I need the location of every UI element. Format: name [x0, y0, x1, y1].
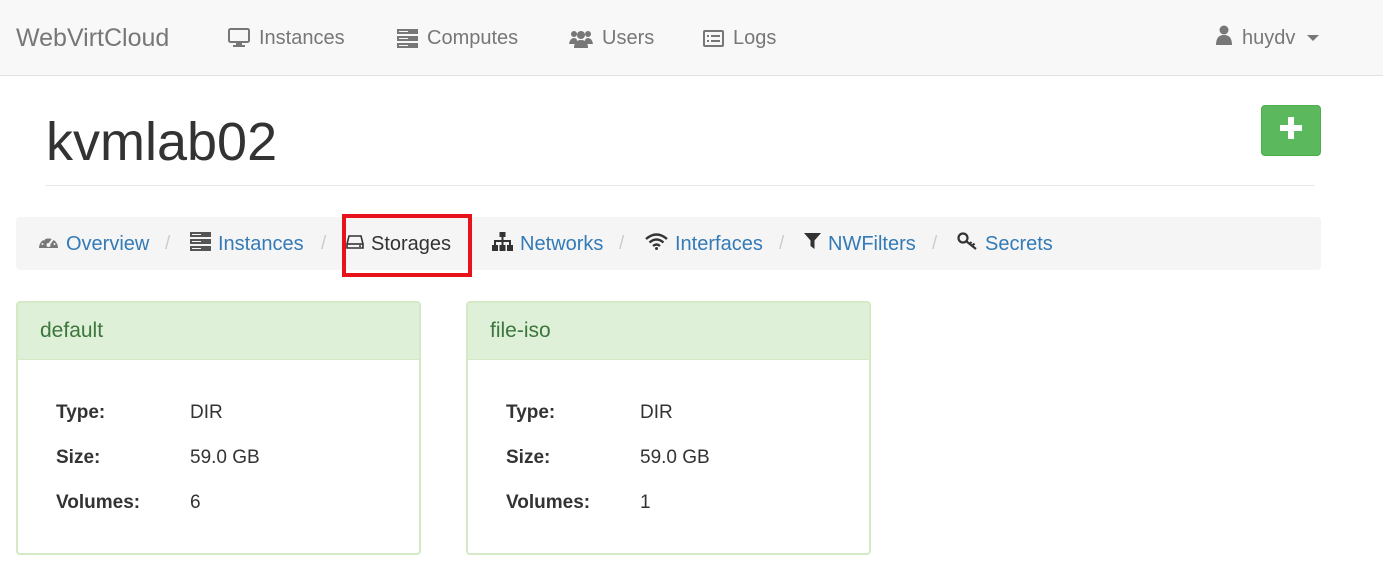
- filter-icon: [804, 232, 821, 256]
- tab-networks-label: Networks: [520, 232, 604, 255]
- storage-size-row: Size: 59.0 GB: [56, 445, 260, 471]
- type-value: DIR: [190, 402, 223, 423]
- breadcrumb-separator: /: [165, 233, 171, 254]
- nav-instances-label: Instances: [259, 26, 345, 49]
- server-icon: [397, 28, 418, 48]
- nav-logs-label: Logs: [733, 26, 777, 49]
- storage-name[interactable]: default: [18, 303, 419, 360]
- volumes-label: Volumes:: [56, 492, 141, 513]
- nav-computes-label: Computes: [427, 26, 519, 49]
- username: huydv: [1242, 26, 1296, 49]
- host-breadcrumb: Overview / Instances / Storages Networks…: [16, 217, 1321, 270]
- nav-users-label: Users: [602, 26, 655, 49]
- type-value: DIR: [640, 402, 673, 423]
- type-label: Type:: [56, 402, 106, 423]
- size-label: Size:: [56, 447, 101, 468]
- dashboard-icon: [38, 233, 59, 256]
- storage-volumes-row: Volumes: 6: [56, 490, 201, 516]
- plus-icon: [1280, 117, 1302, 144]
- storage-type-row: Type: DIR: [56, 400, 223, 426]
- caret-down-icon: [1307, 35, 1320, 41]
- tab-interfaces[interactable]: Interfaces: [645, 231, 763, 257]
- storage-size-row: Size: 59.0 GB: [506, 445, 710, 471]
- tab-overview-label: Overview: [66, 232, 150, 255]
- list-icon: [703, 29, 724, 47]
- breadcrumb-separator: /: [321, 233, 327, 254]
- tab-nwfilters[interactable]: NWFilters: [804, 231, 916, 257]
- tab-secrets-label: Secrets: [985, 232, 1053, 255]
- storage-name[interactable]: file-iso: [468, 303, 869, 360]
- key-icon: [957, 232, 978, 256]
- tab-nwfilters-label: NWFilters: [828, 232, 916, 255]
- page-title: kvmlab02: [46, 112, 278, 172]
- tab-secrets[interactable]: Secrets: [957, 231, 1053, 257]
- tab-interfaces-label: Interfaces: [675, 232, 763, 255]
- top-navbar: WebVirtCloud Instances Computes Users Lo…: [0, 0, 1383, 76]
- sitemap-icon: [492, 231, 513, 257]
- server-icon: [190, 231, 211, 257]
- tab-instances-label: Instances: [218, 232, 304, 255]
- storage-type-row: Type: DIR: [506, 400, 673, 426]
- nav-logs[interactable]: Logs: [703, 24, 776, 52]
- add-storage-button[interactable]: [1261, 105, 1321, 156]
- tab-overview[interactable]: Overview: [38, 231, 149, 257]
- volumes-value: 1: [640, 492, 651, 513]
- storage-panel-default[interactable]: default Type: DIR Size: 59.0 GB Volumes:…: [16, 301, 421, 555]
- size-value: 59.0 GB: [190, 447, 260, 468]
- volumes-label: Volumes:: [506, 492, 591, 513]
- highlight-annotation: [342, 214, 472, 277]
- nav-users[interactable]: Users: [569, 24, 654, 52]
- breadcrumb-separator: /: [932, 233, 938, 254]
- nav-instances[interactable]: Instances: [228, 24, 345, 52]
- nav-computes[interactable]: Computes: [397, 24, 518, 52]
- storage-panel-file-iso[interactable]: file-iso Type: DIR Size: 59.0 GB Volumes…: [466, 301, 871, 555]
- user-dropdown[interactable]: huydv: [1216, 24, 1320, 52]
- brand-logo[interactable]: WebVirtCloud: [16, 22, 169, 54]
- type-label: Type:: [506, 402, 556, 423]
- monitor-icon: [228, 28, 250, 48]
- size-label: Size:: [506, 447, 551, 468]
- tab-instances[interactable]: Instances: [190, 231, 304, 257]
- user-icon: [1216, 25, 1232, 51]
- tab-networks[interactable]: Networks: [492, 231, 603, 257]
- breadcrumb-separator: /: [619, 233, 625, 254]
- volumes-value: 6: [190, 492, 201, 513]
- users-icon: [569, 29, 593, 48]
- breadcrumb-separator: /: [779, 233, 785, 254]
- size-value: 59.0 GB: [640, 447, 710, 468]
- storage-volumes-row: Volumes: 1: [506, 490, 651, 516]
- header-divider: [46, 185, 1314, 186]
- wifi-icon: [645, 232, 668, 256]
